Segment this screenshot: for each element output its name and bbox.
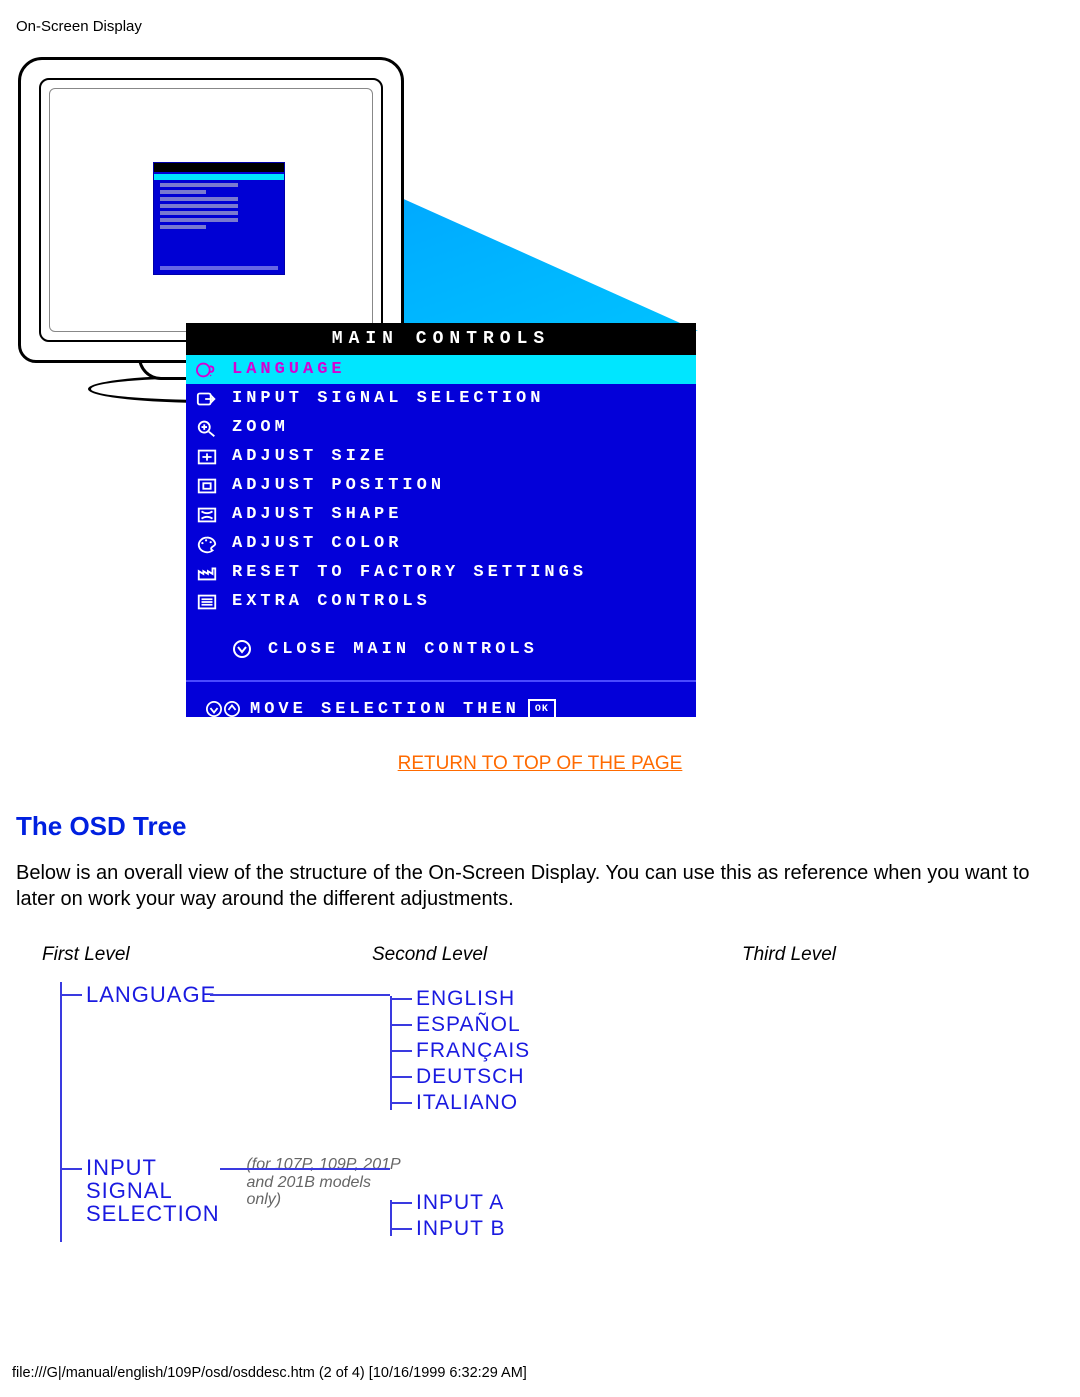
tree-node-language: LANGUAGE ENGLISH ESPAÑOL FRANÇAIS DEUTSC… xyxy=(60,982,1068,1122)
tree-node-note: (for 107P, 109P, 201P and 201B models on… xyxy=(246,1156,406,1209)
tree-child: INPUT B xyxy=(390,1216,1068,1242)
osd-item-label: EXTRA CONTROLS xyxy=(232,592,431,611)
input-arrow-icon xyxy=(196,389,218,409)
osd-main-controls-panel: MAIN CONTROLS LANGUAGE INPUT SIGNAL SELE… xyxy=(186,323,696,717)
osd-item-label: ADJUST SHAPE xyxy=(232,505,402,524)
tree-child-label: INPUT B xyxy=(416,1217,505,1241)
tree-level-labels: First Level Second Level Third Level xyxy=(42,944,1068,966)
tree-child: ENGLISH xyxy=(390,986,1068,1012)
osd-footer-text: MOVE SELECTION THEN xyxy=(250,700,520,719)
osd-item-label: ADJUST SIZE xyxy=(232,447,388,466)
tree-child-label: ENGLISH xyxy=(416,987,515,1011)
osd-item-reset-factory[interactable]: RESET TO FACTORY SETTINGS xyxy=(186,558,696,587)
tree-child: INPUT A xyxy=(390,1190,1068,1216)
osd-close-label: CLOSE MAIN CONTROLS xyxy=(268,640,538,659)
level-label-1: First Level xyxy=(42,944,372,966)
section-paragraph: Below is an overall view of the structur… xyxy=(16,860,1062,912)
ok-icon: OK xyxy=(528,699,556,719)
osd-item-label: ZOOM xyxy=(232,418,289,437)
osd-tree-diagram: First Level Second Level Third Level LAN… xyxy=(42,944,1068,1242)
page-footer-path: file:///G|/manual/english/109P/osd/osdde… xyxy=(12,1365,527,1381)
list-icon xyxy=(196,592,218,612)
up-down-arrows-icon xyxy=(206,699,240,719)
tree-child-label: INPUT A xyxy=(416,1191,504,1215)
page-header-title: On-Screen Display xyxy=(16,18,1068,35)
osd-item-label: ADJUST COLOR xyxy=(232,534,402,553)
osd-item-zoom[interactable]: ZOOM xyxy=(186,413,696,442)
tree-node-input-signal: INPUT SIGNAL SELECTION (for 107P, 109P, … xyxy=(60,1156,1068,1242)
down-circle-icon xyxy=(232,639,254,659)
tree-node-label: INPUT SIGNAL SELECTION xyxy=(86,1156,236,1225)
osd-item-input-signal[interactable]: INPUT SIGNAL SELECTION xyxy=(186,384,696,413)
tree-connector xyxy=(210,994,390,996)
position-icon xyxy=(196,476,218,496)
tree-children-input-signal: INPUT A INPUT B xyxy=(390,1190,1068,1242)
tree-child-label: ITALIANO xyxy=(416,1091,518,1115)
tree-child: ITALIANO xyxy=(390,1090,1068,1116)
tree-child-label: ESPAÑOL xyxy=(416,1013,521,1037)
tree-child: DEUTSCH xyxy=(390,1064,1068,1090)
tree-children-language: ENGLISH ESPAÑOL FRANÇAIS DEUTSCH ITALIAN… xyxy=(390,986,1068,1116)
resize-icon xyxy=(196,447,218,467)
section-heading-osd-tree: The OSD Tree xyxy=(16,811,1068,842)
tree-child: FRANÇAIS xyxy=(390,1038,1068,1064)
tree-node-label: LANGUAGE xyxy=(86,982,216,1008)
globe-question-icon xyxy=(196,360,218,380)
tree-child-label: DEUTSCH xyxy=(416,1065,525,1089)
factory-icon xyxy=(196,563,218,583)
osd-illustration: MAIN CONTROLS LANGUAGE INPUT SIGNAL SELE… xyxy=(18,57,698,707)
tree-connector xyxy=(220,1168,390,1170)
osd-panel-title: MAIN CONTROLS xyxy=(186,323,696,355)
osd-item-label: RESET TO FACTORY SETTINGS xyxy=(232,563,587,582)
page: On-Screen Display xyxy=(0,0,1080,1397)
tree-child: ESPAÑOL xyxy=(390,1012,1068,1038)
osd-item-adjust-position[interactable]: ADJUST POSITION xyxy=(186,471,696,500)
osd-item-label: LANGUAGE xyxy=(232,360,346,379)
osd-item-adjust-shape[interactable]: ADJUST SHAPE xyxy=(186,500,696,529)
mini-osd-preview xyxy=(154,163,284,274)
osd-item-adjust-color[interactable]: ADJUST COLOR xyxy=(186,529,696,558)
magnifier-icon xyxy=(196,418,218,438)
level-label-2: Second Level xyxy=(372,944,742,966)
osd-item-label: INPUT SIGNAL SELECTION xyxy=(232,389,544,408)
tree-child-label: FRANÇAIS xyxy=(416,1039,530,1063)
osd-footer-hint: MOVE SELECTION THEN OK xyxy=(186,692,696,726)
palette-icon xyxy=(196,534,218,554)
osd-close-main-controls[interactable]: CLOSE MAIN CONTROLS xyxy=(186,634,696,664)
osd-separator xyxy=(186,680,696,682)
shape-icon xyxy=(196,505,218,525)
osd-item-adjust-size[interactable]: ADJUST SIZE xyxy=(186,442,696,471)
osd-item-label: ADJUST POSITION xyxy=(232,476,445,495)
return-to-top-link[interactable]: RETURN TO TOP OF THE PAGE xyxy=(12,753,1068,775)
level-label-3: Third Level xyxy=(742,944,1068,966)
osd-item-language[interactable]: LANGUAGE xyxy=(186,355,696,384)
osd-item-extra-controls[interactable]: EXTRA CONTROLS xyxy=(186,587,696,616)
